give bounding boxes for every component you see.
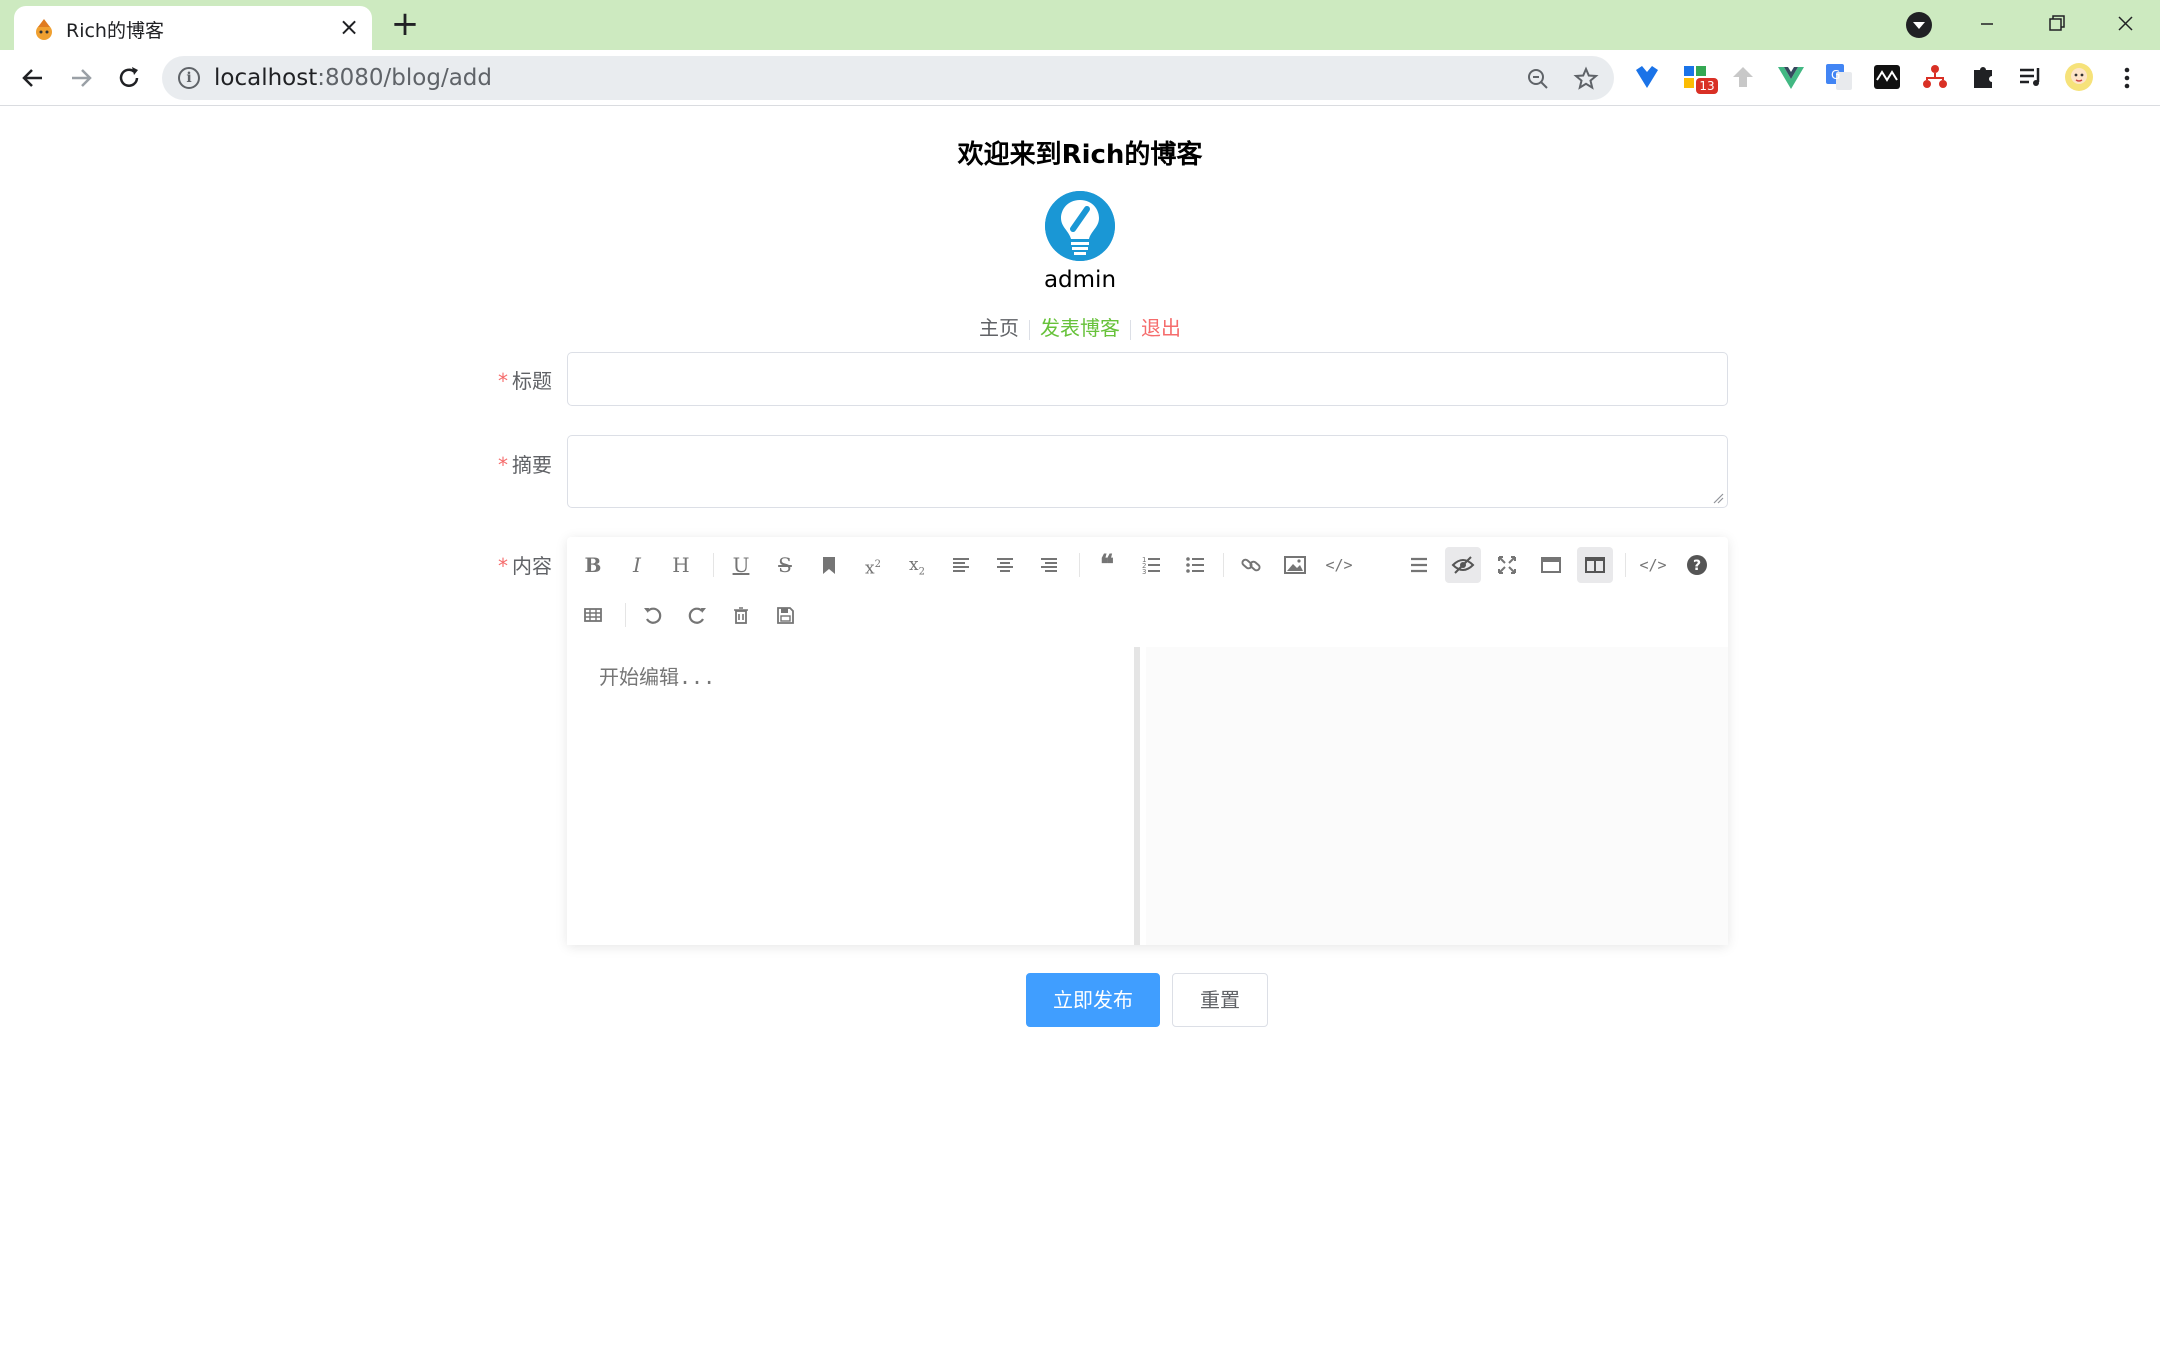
toolbar-divider — [1079, 553, 1080, 577]
underline-icon[interactable]: U — [723, 547, 759, 583]
zoom-icon[interactable] — [1524, 65, 1552, 93]
superscript-icon[interactable]: x2 — [855, 547, 891, 583]
header-icon[interactable]: H — [663, 547, 699, 583]
extension-waveform-icon[interactable] — [1872, 62, 1902, 92]
title-label: * 标题 — [498, 369, 552, 393]
html-code-icon[interactable]: </> — [1635, 547, 1671, 583]
extension-tree-icon[interactable] — [1920, 62, 1950, 92]
tab-title: Rich的博客 — [66, 20, 164, 42]
svg-text:?: ? — [1693, 558, 1701, 574]
link-icon[interactable] — [1233, 547, 1269, 583]
editor-toolbar: B I H U S x2 x2 ❝ 123 </> </> ? — [567, 537, 1728, 647]
extension-vue-icon[interactable] — [1776, 62, 1806, 92]
summary-textarea[interactable] — [567, 435, 1728, 508]
username: admin — [1043, 267, 1117, 293]
editor-input-pane[interactable]: 开始编辑... — [567, 647, 1140, 945]
strikethrough-icon[interactable]: S — [767, 547, 803, 583]
help-icon[interactable]: ? — [1679, 547, 1715, 583]
page-title: 欢迎来到Rich的博客 — [957, 140, 1203, 170]
image-icon[interactable] — [1277, 547, 1313, 583]
read-mode-icon[interactable] — [1533, 547, 1569, 583]
new-tab-icon[interactable]: + — [388, 7, 422, 42]
align-center-icon[interactable] — [987, 547, 1023, 583]
subscript-icon[interactable]: x2 — [899, 547, 935, 583]
resize-handle-icon[interactable] — [1712, 492, 1724, 504]
quote-icon[interactable]: ❝ — [1089, 547, 1125, 583]
nav-links: 主页 发表博客 退出 — [0, 312, 2160, 341]
media-playlist-icon[interactable] — [2016, 62, 2046, 92]
extension-blue-heart-icon[interactable] — [1632, 62, 1662, 92]
home-link[interactable]: 主页 — [969, 312, 1029, 341]
site-info-icon[interactable]: i — [178, 67, 200, 89]
trash-icon[interactable] — [723, 597, 759, 633]
toolbar-divider — [1223, 553, 1224, 577]
back-icon[interactable] — [14, 59, 52, 97]
extension-grid-icon[interactable]: 13 — [1682, 62, 1718, 94]
navigation-icon[interactable] — [1401, 547, 1437, 583]
subfield-icon[interactable] — [1577, 547, 1613, 583]
extension-arrow-up-icon[interactable] — [1728, 62, 1758, 92]
address-bar[interactable]: i localhost:8080/blog/add — [162, 56, 1614, 100]
svg-text:3: 3 — [1142, 568, 1146, 576]
browser-menu-icon[interactable] — [2108, 59, 2146, 97]
url-text: localhost:8080/blog/add — [214, 65, 492, 91]
editor-preview-pane — [1146, 647, 1728, 945]
undo-icon[interactable] — [635, 597, 671, 633]
bookmark-star-icon[interactable] — [1572, 65, 1600, 93]
extension-translate-icon[interactable]: G — [1824, 62, 1854, 92]
title-input[interactable] — [567, 352, 1728, 406]
preview-toggle-icon[interactable] — [1445, 547, 1481, 583]
extension-badge: 13 — [1696, 78, 1718, 94]
reset-button[interactable]: 重置 — [1172, 973, 1268, 1027]
bold-icon[interactable]: B — [575, 547, 611, 583]
code-icon[interactable]: </> — [1321, 547, 1357, 583]
align-right-icon[interactable] — [1031, 547, 1067, 583]
svg-text:G: G — [1831, 68, 1840, 82]
summary-label: * 摘要 — [498, 453, 552, 477]
redo-icon[interactable] — [679, 597, 715, 633]
fullscreen-icon[interactable] — [1489, 547, 1525, 583]
table-icon[interactable] — [575, 597, 611, 633]
markdown-editor: B I H U S x2 x2 ❝ 123 </> </> ? 开始编辑... — [567, 537, 1728, 945]
forward-icon[interactable] — [62, 59, 100, 97]
user-avatar — [1045, 191, 1115, 261]
browser-toolbar: i localhost:8080/blog/add 13 G — [0, 50, 2160, 106]
toolbar-divider — [625, 603, 626, 627]
publish-button[interactable]: 立即发布 — [1026, 973, 1160, 1027]
profile-avatar-icon[interactable] — [2064, 62, 2094, 92]
logout-link[interactable]: 退出 — [1131, 312, 1191, 341]
site-favicon-icon — [36, 19, 52, 40]
italic-icon[interactable]: I — [619, 547, 655, 583]
extensions-puzzle-icon[interactable] — [1968, 62, 1998, 92]
tab-search-icon[interactable] — [1906, 12, 1932, 38]
close-window-icon[interactable] — [2102, 6, 2148, 42]
toolbar-divider — [713, 553, 714, 577]
ordered-list-icon[interactable]: 123 — [1133, 547, 1169, 583]
save-icon[interactable] — [767, 597, 803, 633]
unordered-list-icon[interactable] — [1177, 547, 1213, 583]
minimize-icon[interactable] — [1964, 6, 2010, 42]
content-label: * 内容 — [498, 554, 552, 578]
toolbar-divider — [1625, 553, 1626, 577]
restore-icon[interactable] — [2033, 6, 2079, 42]
mark-icon[interactable] — [811, 547, 847, 583]
align-left-icon[interactable] — [943, 547, 979, 583]
post-blog-link[interactable]: 发表博客 — [1030, 312, 1130, 341]
page-content: 欢迎来到Rich的博客 admin 主页 发表博客 退出 * 标题 * 摘要 * 内容 B — [0, 107, 2160, 1362]
reload-icon[interactable] — [110, 59, 148, 97]
browser-tabstrip: Rich的博客 × + — [0, 0, 2160, 50]
lightbulb-icon — [1045, 191, 1115, 261]
browser-tab[interactable]: Rich的博客 × — [14, 6, 372, 50]
editor-placeholder: 开始编辑... — [599, 665, 716, 689]
tab-close-icon[interactable]: × — [336, 14, 362, 40]
